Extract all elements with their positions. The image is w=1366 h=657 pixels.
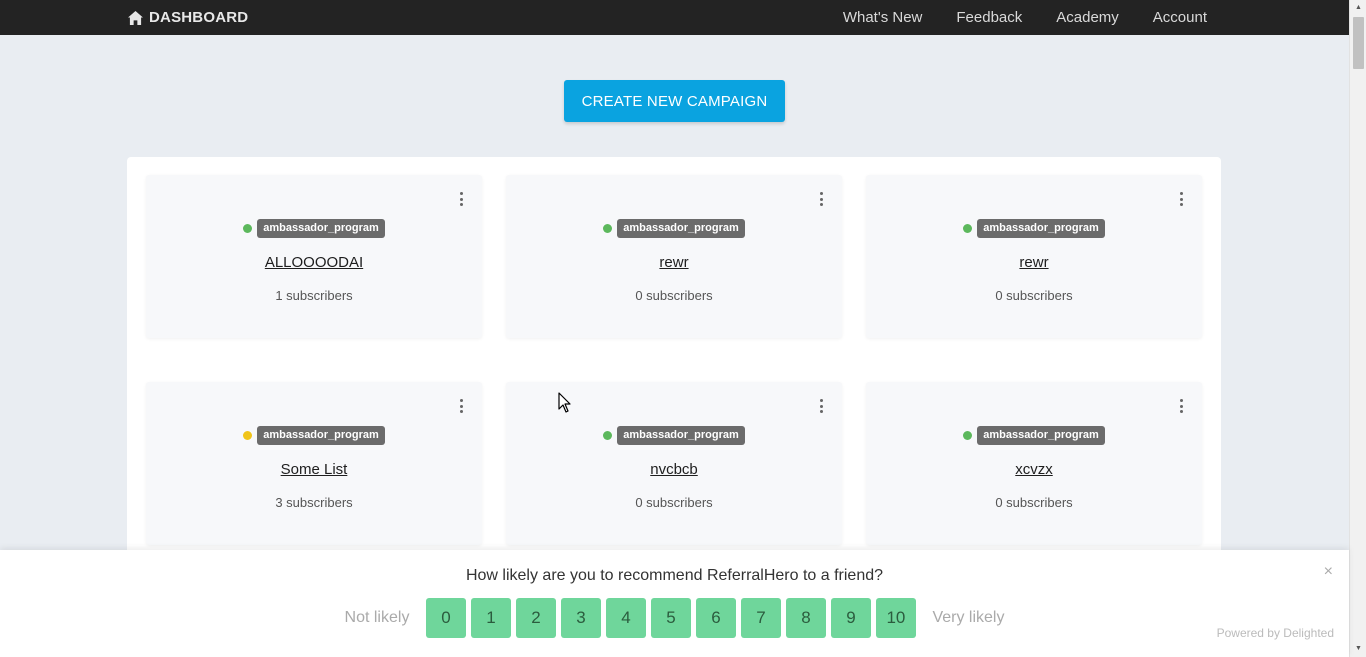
score-button-2[interactable]: 2	[515, 598, 556, 638]
campaign-card: ambassador_program ALLOOOODAI 1 subscrib…	[146, 175, 482, 338]
campaign-tag-row: ambassador_program	[866, 219, 1202, 238]
subscriber-count: 0 subscribers	[635, 495, 713, 510]
status-dot	[963, 224, 973, 233]
close-icon[interactable]: ×	[1324, 563, 1333, 581]
home-icon	[128, 10, 143, 25]
campaign-type-badge: ambassador_program	[977, 219, 1105, 238]
campaign-name-link[interactable]: ALLOOOODAI	[146, 254, 482, 271]
nav-feedback[interactable]: Feedback	[956, 9, 1022, 26]
score-button-9[interactable]: 9	[830, 598, 871, 638]
powered-by-delighted[interactable]: Powered by Delighted	[1217, 626, 1334, 640]
campaign-name-link[interactable]: rewr	[866, 254, 1202, 271]
nps-scale: Not likely 0 1 2 3 4 5 6 7 8 9 10 Very l…	[0, 598, 1349, 638]
campaign-type-badge: ambassador_program	[977, 426, 1105, 445]
scroll-thumb[interactable]	[1353, 17, 1364, 69]
very-likely-label: Very likely	[932, 609, 1005, 626]
score-button-7[interactable]: 7	[740, 598, 781, 638]
campaign-name-link[interactable]: rewr	[506, 254, 842, 271]
nav-account[interactable]: Account	[1153, 9, 1207, 26]
campaign-type-badge: ambassador_program	[617, 426, 745, 445]
score-button-8[interactable]: 8	[785, 598, 826, 638]
campaign-name-link[interactable]: Some List	[146, 461, 482, 478]
more-vertical-icon[interactable]	[1178, 192, 1184, 206]
subscriber-count: 3 subscribers	[275, 495, 353, 510]
subscriber-count: 0 subscribers	[995, 495, 1073, 510]
status-dot	[603, 224, 613, 233]
status-dot	[963, 431, 973, 440]
campaign-card: ambassador_program nvcbcb 0 subscribers	[506, 382, 842, 545]
subscriber-count: 1 subscribers	[275, 288, 353, 303]
status-dot	[243, 431, 253, 440]
scroll-up-arrow-icon[interactable]: ▲	[1350, 0, 1366, 16]
create-new-campaign-button[interactable]: CREATE NEW CAMPAIGN	[564, 80, 785, 122]
campaign-name-link[interactable]: nvcbcb	[506, 461, 842, 478]
campaign-tag-row: ambassador_program	[866, 426, 1202, 445]
campaign-tag-row: ambassador_program	[506, 219, 842, 238]
more-vertical-icon[interactable]	[818, 192, 824, 206]
subscriber-count: 0 subscribers	[635, 288, 713, 303]
campaign-type-badge: ambassador_program	[257, 426, 385, 445]
score-button-5[interactable]: 5	[650, 598, 691, 638]
campaign-tag-row: ambassador_program	[146, 219, 482, 238]
score-button-1[interactable]: 1	[470, 598, 511, 638]
score-button-0[interactable]: 0	[425, 598, 466, 638]
campaign-card: ambassador_program rewr 0 subscribers	[866, 175, 1202, 338]
nav-links: What's New Feedback Academy Account	[843, 0, 1207, 35]
scroll-down-arrow-icon[interactable]: ▼	[1350, 641, 1366, 657]
more-vertical-icon[interactable]	[458, 192, 464, 206]
survey-question: How likely are you to recommend Referral…	[465, 567, 884, 584]
mouse-cursor-icon	[558, 392, 571, 413]
campaign-panel: ambassador_program ALLOOOODAI 1 subscrib…	[127, 157, 1221, 577]
nav-whats-new[interactable]: What's New	[843, 9, 923, 26]
campaign-card: ambassador_program Some List 3 subscribe…	[146, 382, 482, 545]
status-dot	[603, 431, 613, 440]
dashboard-link[interactable]: DASHBOARD	[128, 0, 248, 35]
nav-academy[interactable]: Academy	[1056, 9, 1119, 26]
top-nav: DASHBOARD What's New Feedback Academy Ac…	[0, 0, 1349, 35]
campaign-tag-row: ambassador_program	[506, 426, 842, 445]
more-vertical-icon[interactable]	[1178, 399, 1184, 413]
campaign-card: ambassador_program xcvzx 0 subscribers	[866, 382, 1202, 545]
nps-survey-bar: How likely are you to recommend Referral…	[0, 550, 1349, 657]
campaign-type-badge: ambassador_program	[617, 219, 745, 238]
brand-label: DASHBOARD	[149, 9, 249, 26]
status-dot	[243, 224, 253, 233]
score-button-3[interactable]: 3	[560, 598, 601, 638]
subscriber-count: 0 subscribers	[995, 288, 1073, 303]
campaign-type-badge: ambassador_program	[257, 219, 385, 238]
score-button-10[interactable]: 10	[875, 598, 916, 638]
score-button-4[interactable]: 4	[605, 598, 646, 638]
campaign-name-link[interactable]: xcvzx	[866, 461, 1202, 478]
more-vertical-icon[interactable]	[458, 399, 464, 413]
page-scrollbar[interactable]: ▲ ▼	[1349, 0, 1366, 657]
campaign-card: ambassador_program rewr 0 subscribers	[506, 175, 842, 338]
not-likely-label: Not likely	[344, 609, 410, 626]
more-vertical-icon[interactable]	[818, 399, 824, 413]
campaign-tag-row: ambassador_program	[146, 426, 482, 445]
score-button-6[interactable]: 6	[695, 598, 736, 638]
